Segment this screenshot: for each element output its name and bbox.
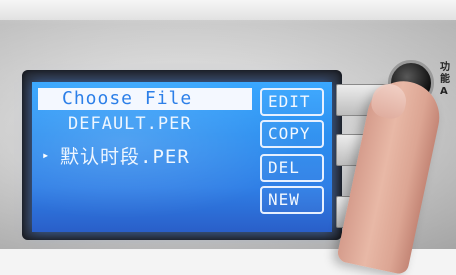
function-knob-label: 功能A (440, 62, 450, 97)
copy-softkey[interactable]: COPY (260, 120, 324, 148)
lcd-screen: Choose File DEFAULT.PER ▸ 默认时段.PER EDIT … (32, 82, 332, 232)
edit-softkey[interactable]: EDIT (260, 88, 324, 116)
file-item-selected[interactable]: 默认时段.PER (60, 142, 190, 169)
del-softkey[interactable]: DEL (260, 154, 324, 182)
selection-cursor-icon: ▸ (42, 148, 50, 162)
screen-title: Choose File (38, 88, 252, 110)
new-softkey[interactable]: NEW (260, 186, 324, 214)
file-item-default[interactable]: DEFAULT.PER (68, 114, 192, 134)
